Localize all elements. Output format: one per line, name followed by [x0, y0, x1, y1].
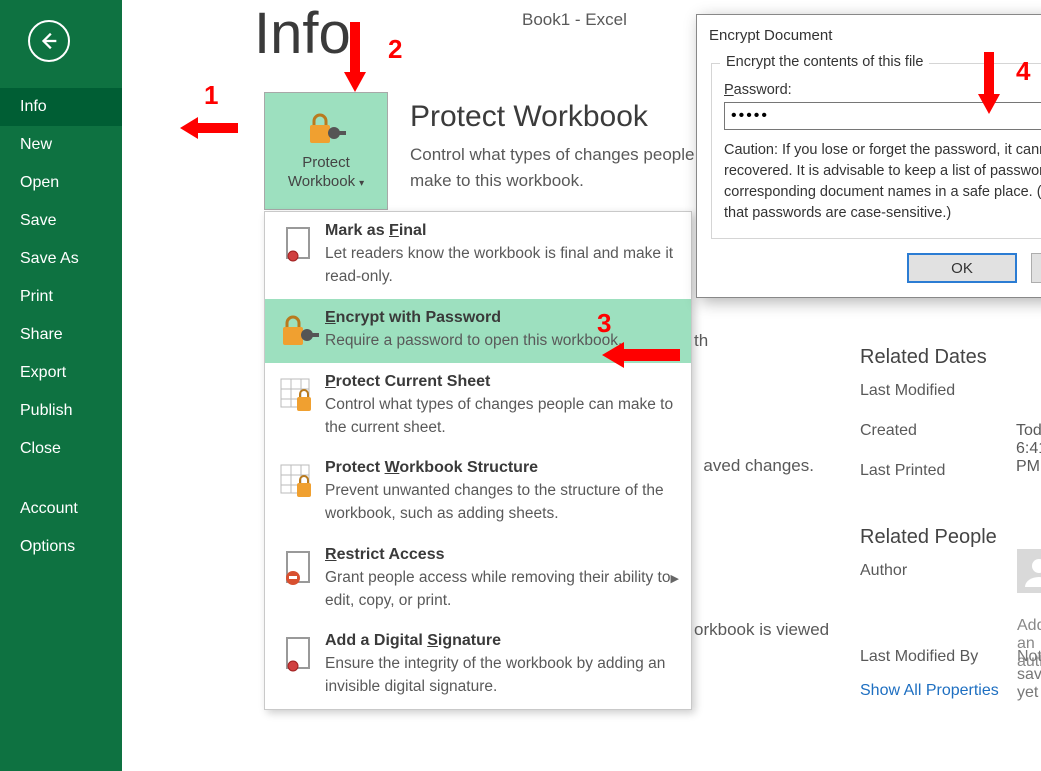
protect-workbook-button[interactable]: Protect Workbook ▾	[264, 92, 388, 210]
sidebar-item-new[interactable]: New	[0, 126, 122, 164]
lock-key-icon	[306, 111, 346, 147]
sidebar-item-export[interactable]: Export	[0, 354, 122, 392]
last-printed-label: Last Printed	[860, 462, 945, 480]
menu-item-desc: Prevent unwanted changes to the structur…	[325, 479, 679, 526]
sidebar-item-close[interactable]: Close	[0, 430, 122, 468]
page-title: Info	[254, 0, 351, 67]
avatar	[1017, 549, 1041, 593]
menu-item-protect-workbook-structure[interactable]: Protect Workbook Structure Prevent unwant…	[265, 449, 691, 536]
last-modified-by-label: Last Modified By	[860, 648, 978, 666]
menu-item-encrypt-with-password[interactable]: Encrypt with Password Require a password …	[265, 299, 691, 363]
menu-item-title: Mark as Final	[325, 222, 679, 240]
menu-item-desc: Ensure the integrity of the workbook by …	[325, 652, 679, 699]
arrow-left-icon	[38, 30, 60, 52]
created-value: Today, 6:41 PM	[1016, 422, 1041, 476]
sidebar-item-info[interactable]: Info	[0, 88, 122, 126]
caution-text: Caution: If you lose or forget the passw…	[724, 140, 1041, 224]
sidebar-item-account[interactable]: Account	[0, 490, 122, 528]
encrypt-document-dialog: Encrypt Document ? ✕ Encrypt the content…	[696, 14, 1041, 298]
backstage-view: Info New Open Save Save As Print Share E…	[0, 0, 1041, 771]
menu-item-icon	[277, 632, 321, 676]
menu-item-add-a-digital-signature[interactable]: Add a Digital Signature Ensure the integr…	[265, 622, 691, 709]
menu-item-title: Protect Current Sheet	[325, 373, 679, 391]
created-label: Created	[860, 422, 917, 440]
menu-item-mark-as-final[interactable]: Mark as Final Let readers know the workbo…	[265, 212, 691, 299]
menu-item-icon	[277, 546, 321, 590]
sidebar-item-save[interactable]: Save	[0, 202, 122, 240]
menu-item-icon	[277, 309, 321, 353]
menu-item-icon	[277, 222, 321, 266]
show-all-properties-link[interactable]: Show All Properties	[860, 682, 999, 700]
menu-item-desc: Control what types of changes people can…	[325, 393, 679, 440]
annotation-number-1: 1	[204, 80, 218, 111]
main-area: Book1 - Excel Info Protect Workbook ▾ Pro…	[122, 0, 1041, 771]
back-button[interactable]	[28, 20, 70, 62]
menu-item-icon	[277, 373, 321, 417]
sidebar-item-publish[interactable]: Publish	[0, 392, 122, 430]
last-modified-label: Last Modified	[860, 382, 955, 400]
password-input[interactable]	[724, 102, 1041, 130]
person-icon	[1023, 555, 1041, 587]
dialog-legend: Encrypt the contents of this file	[720, 54, 929, 70]
partial-text: th	[694, 331, 708, 351]
sidebar-item-print[interactable]: Print	[0, 278, 122, 316]
menu-item-desc: Let readers know the workbook is final a…	[325, 242, 679, 289]
author-label: Author	[860, 562, 907, 580]
menu-item-title: Add a Digital Signature	[325, 632, 679, 650]
dialog-titlebar: Encrypt Document ? ✕	[697, 15, 1041, 55]
annotation-number-2: 2	[388, 34, 402, 65]
protect-heading: Protect Workbook	[410, 100, 648, 134]
protect-label-1: Protect	[302, 154, 350, 171]
chevron-right-icon: ▶	[671, 572, 679, 585]
sidebar-item-options[interactable]: Options	[0, 528, 122, 566]
ok-button[interactable]: OK	[907, 253, 1017, 283]
annotation-arrow-1	[180, 113, 240, 143]
password-label: Password:	[724, 82, 1041, 98]
window-title: Book1 - Excel	[522, 10, 627, 30]
last-modified-by-value: Not saved yet	[1017, 648, 1041, 702]
menu-item-title: Restrict Access	[325, 546, 671, 564]
menu-item-desc: Require a password to open this workbook…	[325, 329, 679, 352]
dialog-title-text: Encrypt Document	[709, 27, 832, 44]
sidebar-item-share[interactable]: Share	[0, 316, 122, 354]
cancel-button[interactable]: Cancel	[1031, 253, 1041, 283]
menu-item-icon	[277, 459, 321, 503]
menu-item-desc: Grant people access while removing their…	[325, 566, 671, 613]
sidebar-item-open[interactable]: Open	[0, 164, 122, 202]
related-dates-heading: Related Dates	[860, 346, 987, 369]
chevron-down-icon: ▾	[359, 178, 364, 189]
related-people-heading: Related People	[860, 526, 997, 549]
menu-item-restrict-access[interactable]: Restrict Access Grant people access while…	[265, 536, 691, 623]
sidebar: Info New Open Save Save As Print Share E…	[0, 0, 122, 771]
protect-menu: Mark as Final Let readers know the workbo…	[264, 211, 692, 710]
menu-item-protect-current-sheet[interactable]: Protect Current Sheet Control what types …	[265, 363, 691, 450]
menu-item-title: Protect Workbook Structure	[325, 459, 679, 477]
partial-text: orkbook is viewed	[694, 620, 834, 640]
protect-label-2: Workbook	[288, 173, 355, 190]
partial-text: aved changes.	[694, 456, 814, 476]
sidebar-item-save-as[interactable]: Save As	[0, 240, 122, 278]
menu-item-title: Encrypt with Password	[325, 309, 679, 327]
protect-description: Control what types of changes people can…	[410, 142, 730, 195]
